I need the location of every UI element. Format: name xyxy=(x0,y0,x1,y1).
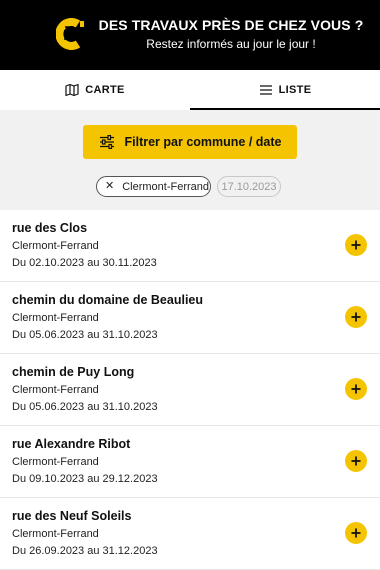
header-text: DES TRAVAUX PRÈS DE CHEZ VOUS ? Restez i… xyxy=(96,16,366,53)
date-filter-label: 17.10.2023 xyxy=(221,180,277,193)
expand-button[interactable] xyxy=(345,234,367,256)
plus-icon xyxy=(351,456,361,466)
close-icon[interactable]: ✕ xyxy=(105,181,114,192)
works-list: rue des Clos Clermont-Ferrand Du 02.10.2… xyxy=(0,210,380,570)
street-name: rue des Clos xyxy=(12,221,88,235)
sliders-icon xyxy=(99,135,115,149)
city-filter-chip[interactable]: ✕ Clermont-Ferrand xyxy=(96,176,211,197)
date-range: Du 05.06.2023 au 31.10.2023 xyxy=(12,401,158,413)
tab-map[interactable]: CARTE xyxy=(0,70,190,110)
expand-button[interactable] xyxy=(345,306,367,328)
date-range: Du 02.10.2023 au 30.11.2023 xyxy=(12,257,157,269)
list-item[interactable]: rue des Neuf Soleils Clermont-Ferrand Du… xyxy=(0,498,380,570)
list-item[interactable]: chemin de Puy Long Clermont-Ferrand Du 0… xyxy=(0,354,380,426)
list-item[interactable]: chemin du domaine de Beaulieu Clermont-F… xyxy=(0,282,380,354)
list-item[interactable]: rue des Clos Clermont-Ferrand Du 02.10.2… xyxy=(0,210,380,282)
plus-icon xyxy=(351,240,361,250)
date-filter-chip[interactable]: 17.10.2023 xyxy=(217,176,281,197)
plus-icon xyxy=(351,312,361,322)
list-item[interactable]: rue Alexandre Ribot Clermont-Ferrand Du … xyxy=(0,426,380,498)
view-tabs: CARTE LISTE xyxy=(0,70,380,110)
plus-icon xyxy=(351,384,361,394)
city-name: Clermont-Ferrand xyxy=(12,384,99,396)
list-icon xyxy=(259,83,273,97)
tab-list[interactable]: LISTE xyxy=(190,70,380,110)
city-name: Clermont-Ferrand xyxy=(12,240,99,252)
date-range: Du 26.09.2023 au 31.12.2023 xyxy=(12,545,158,557)
street-name: rue des Neuf Soleils xyxy=(12,509,132,523)
plus-icon xyxy=(351,528,361,538)
city-name: Clermont-Ferrand xyxy=(12,312,99,324)
header-title: DES TRAVAUX PRÈS DE CHEZ VOUS ? xyxy=(98,17,364,33)
expand-button[interactable] xyxy=(345,450,367,472)
city-name: Clermont-Ferrand xyxy=(12,528,99,540)
tab-map-label: CARTE xyxy=(85,84,125,96)
tab-list-label: LISTE xyxy=(278,84,312,96)
active-filters: ✕ Clermont-Ferrand 17.10.2023 xyxy=(96,176,281,197)
expand-button[interactable] xyxy=(345,378,367,400)
map-icon xyxy=(65,83,79,97)
header-subtitle: Restez informés au jour le jour ! xyxy=(146,37,316,51)
date-range: Du 05.06.2023 au 31.10.2023 xyxy=(12,329,158,341)
city-name: Clermont-Ferrand xyxy=(12,456,99,468)
filter-button[interactable]: Filtrer par commune / date xyxy=(83,125,297,159)
filter-button-label: Filtrer par commune / date xyxy=(124,135,282,149)
street-name: rue Alexandre Ribot xyxy=(12,437,131,451)
street-name: chemin de Puy Long xyxy=(12,365,135,379)
city-filter-label: Clermont-Ferrand xyxy=(122,180,210,193)
date-range: Du 09.10.2023 au 29.12.2023 xyxy=(12,473,158,485)
app-header: DES TRAVAUX PRÈS DE CHEZ VOUS ? Restez i… xyxy=(0,0,380,70)
brand-c-logo-icon[interactable] xyxy=(55,18,86,50)
expand-button[interactable] xyxy=(345,522,367,544)
filter-area: Filtrer par commune / date ✕ Clermont-Fe… xyxy=(0,110,380,210)
street-name: chemin du domaine de Beaulieu xyxy=(12,293,204,307)
